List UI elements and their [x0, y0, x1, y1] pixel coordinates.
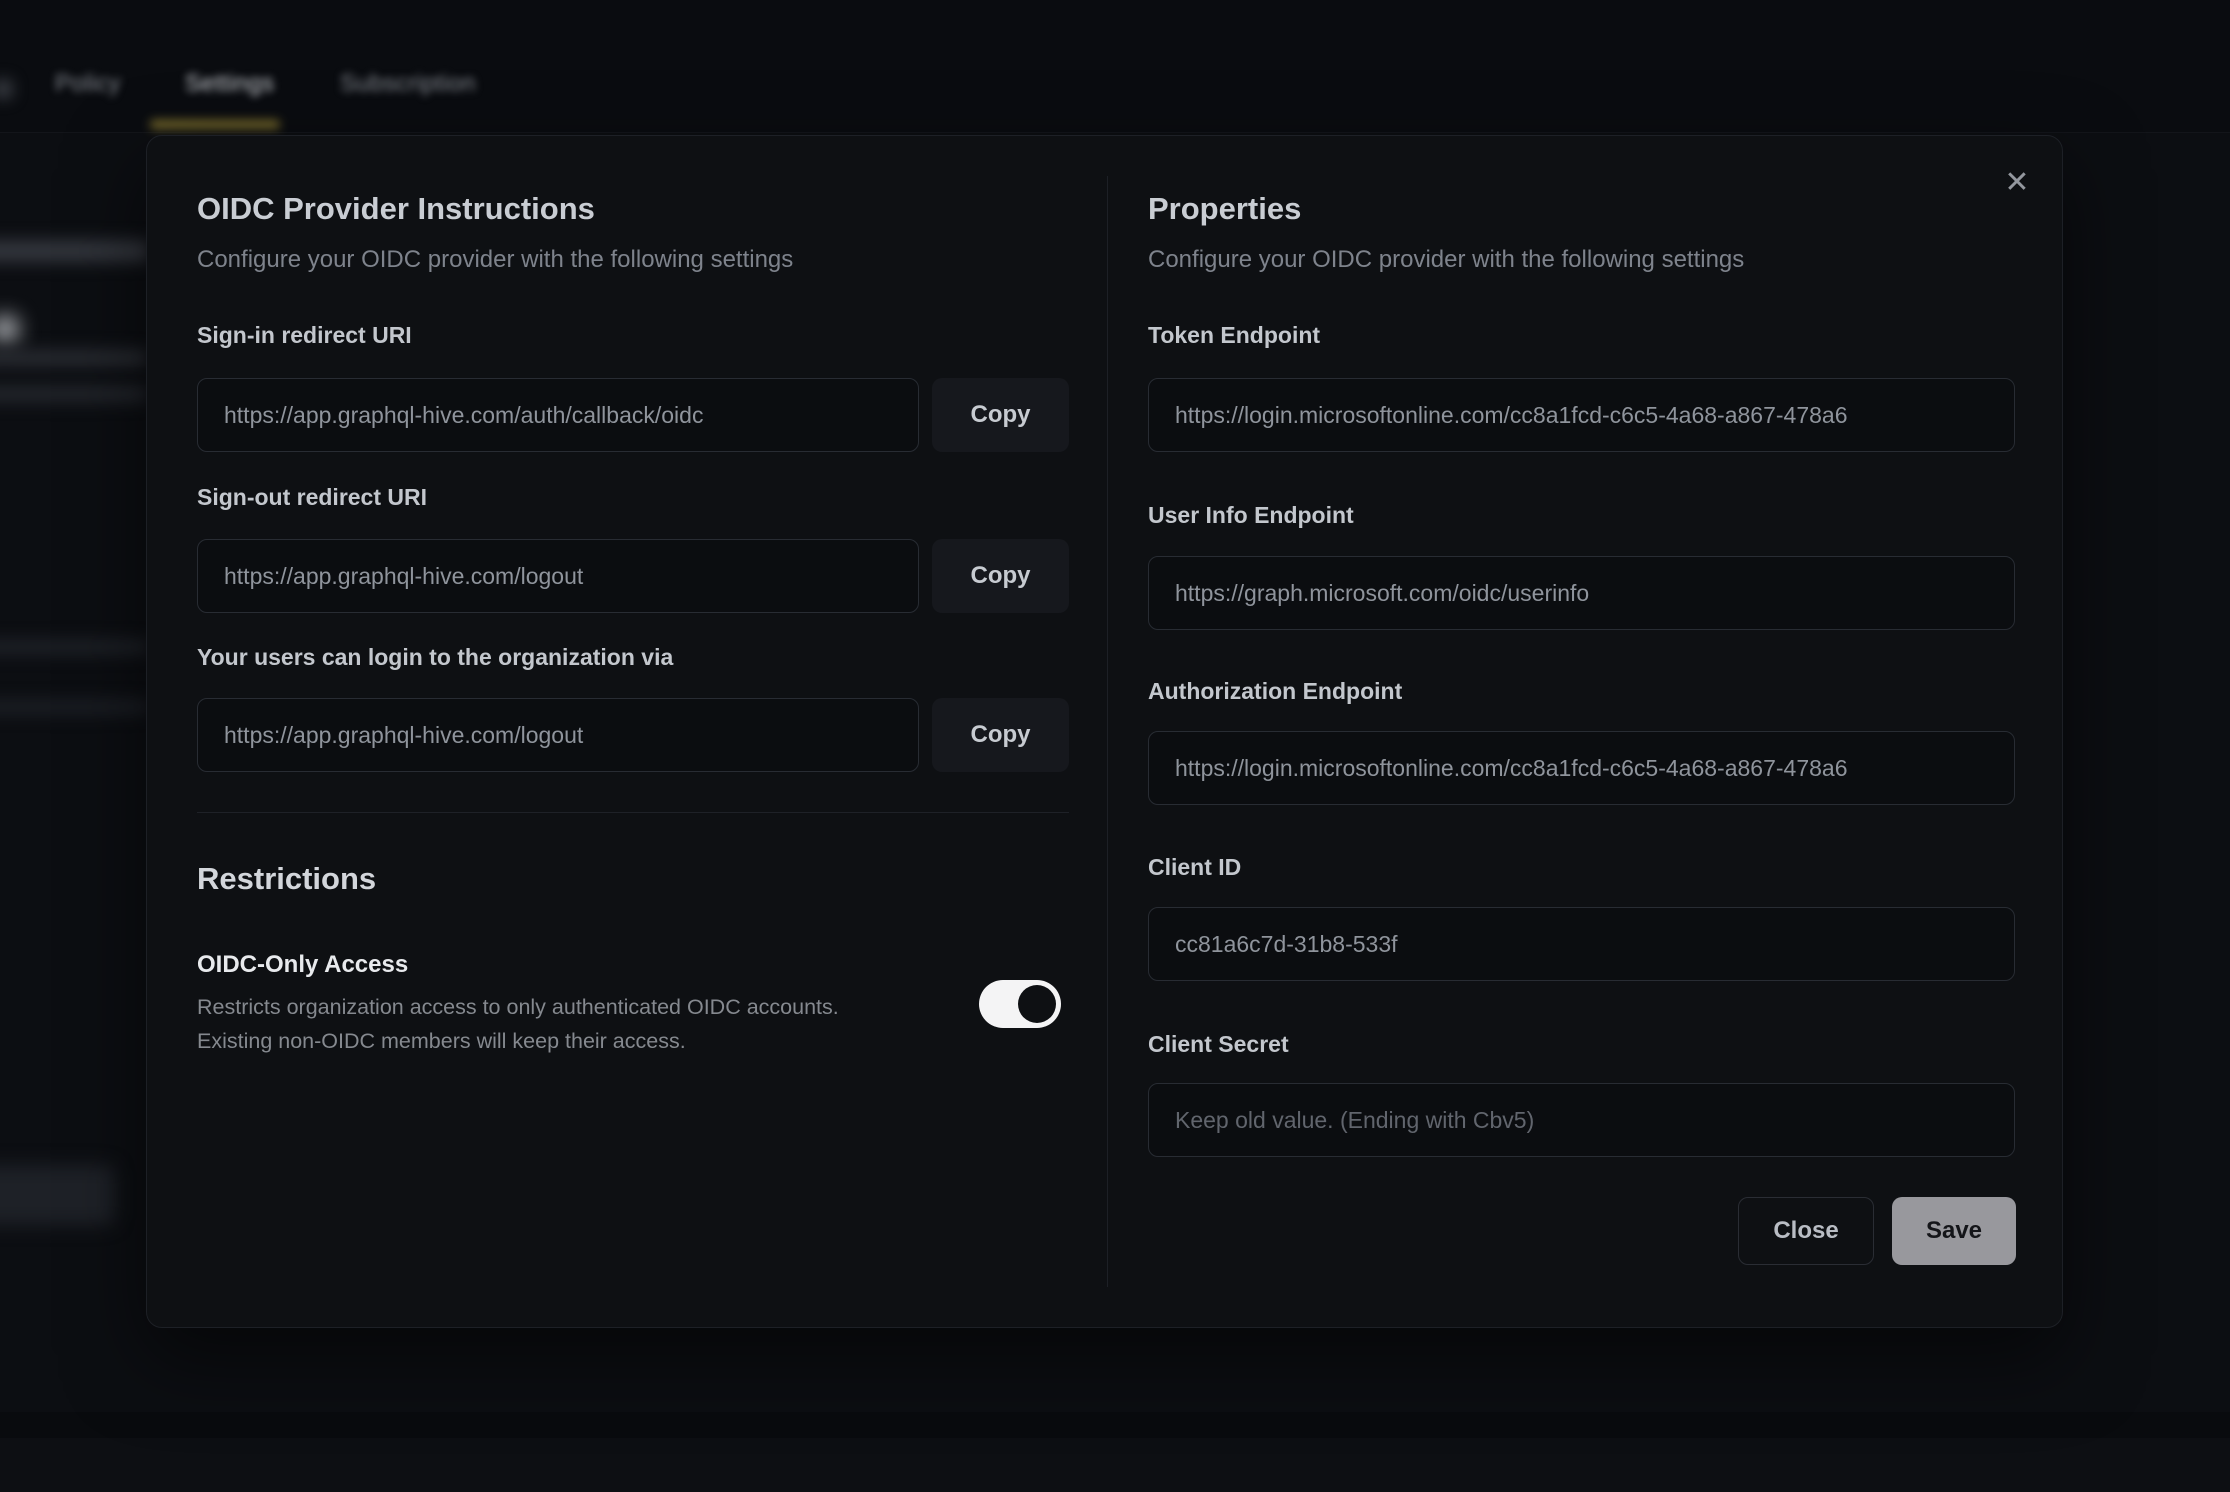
oidc-only-access-description: Restricts organization access to only au… [197, 990, 839, 1058]
copy-button-login-via[interactable]: Copy [932, 698, 1069, 772]
tab-subscription[interactable]: Subscription [340, 70, 476, 98]
blurred-background-fragment [0, 350, 148, 366]
userinfo-endpoint-input[interactable] [1148, 556, 2015, 630]
authorization-endpoint-input[interactable] [1148, 731, 2015, 805]
blurred-background-fragment [0, 316, 18, 342]
blurred-background-button [0, 1165, 115, 1225]
restrictions-heading: Restrictions [197, 861, 376, 897]
client-id-label: Client ID [1148, 854, 1241, 881]
left-column-subtitle: Configure your OIDC provider with the fo… [197, 246, 793, 274]
top-tab-bar: Policy Settings Subscription [0, 0, 2230, 133]
blurred-background-fragment [0, 80, 12, 98]
copy-button-signin[interactable]: Copy [932, 378, 1069, 452]
token-endpoint-label: Token Endpoint [1148, 322, 1320, 349]
client-secret-input[interactable] [1148, 1083, 2015, 1157]
login-via-label: Your users can login to the organization… [197, 644, 673, 671]
active-tab-underline [150, 120, 280, 129]
client-secret-label: Client Secret [1148, 1031, 1289, 1058]
token-endpoint-input[interactable] [1148, 378, 2015, 452]
close-icon[interactable]: ✕ [1995, 160, 2039, 204]
page-bottom-area [0, 1438, 2230, 1492]
blurred-background-fragment [0, 640, 150, 654]
toggle-knob [1018, 985, 1056, 1023]
left-column-title: OIDC Provider Instructions [197, 191, 595, 227]
right-column-subtitle: Configure your OIDC provider with the fo… [1148, 246, 1744, 274]
page-bottom-strip [0, 1412, 2230, 1438]
login-via-input[interactable] [197, 698, 919, 772]
copy-button-signout[interactable]: Copy [932, 539, 1069, 613]
save-button[interactable]: Save [1892, 1197, 2016, 1265]
signin-redirect-label: Sign-in redirect URI [197, 322, 412, 349]
oidc-only-access-toggle[interactable] [979, 980, 1061, 1028]
description-line-1: Restricts organization access to only au… [197, 995, 839, 1019]
tab-settings[interactable]: Settings [185, 70, 274, 98]
section-divider [197, 812, 1069, 813]
authorization-endpoint-label: Authorization Endpoint [1148, 678, 1402, 705]
right-column-title: Properties [1148, 191, 1301, 227]
description-line-2: Existing non-OIDC members will keep thei… [197, 1029, 686, 1053]
tab-policy[interactable]: Policy [55, 70, 121, 98]
close-button[interactable]: Close [1738, 1197, 1874, 1265]
signout-redirect-label: Sign-out redirect URI [197, 484, 427, 511]
blurred-background-fragment [0, 240, 150, 262]
oidc-only-access-label: OIDC-Only Access [197, 951, 408, 979]
blurred-background-fragment [0, 386, 148, 402]
userinfo-endpoint-label: User Info Endpoint [1148, 502, 1354, 529]
client-id-input[interactable] [1148, 907, 2015, 981]
signin-redirect-input[interactable] [197, 378, 919, 452]
blurred-background-fragment [0, 700, 150, 714]
column-divider [1107, 176, 1108, 1287]
oidc-settings-modal: ✕ OIDC Provider Instructions Configure y… [146, 135, 2063, 1328]
signout-redirect-input[interactable] [197, 539, 919, 613]
